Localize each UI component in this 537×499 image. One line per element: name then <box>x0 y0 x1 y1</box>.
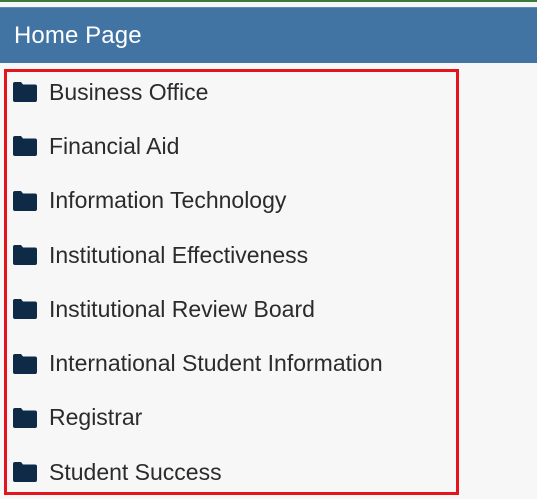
folder-label: International Student Information <box>49 350 383 377</box>
folder-icon <box>13 136 37 157</box>
folder-item-student-success[interactable]: Student Success <box>0 445 537 499</box>
page-title: Home Page <box>14 21 142 49</box>
folder-label: Financial Aid <box>49 132 180 159</box>
folder-icon <box>13 82 37 103</box>
page-header: Home Page <box>0 7 537 63</box>
folder-item-institutional-effectiveness[interactable]: Institutional Effectiveness <box>0 228 537 282</box>
folder-icon <box>13 462 37 483</box>
folder-item-international-student-information[interactable]: International Student Information <box>0 336 537 390</box>
folder-label: Student Success <box>49 458 222 485</box>
folder-icon <box>13 245 37 266</box>
folder-icon <box>13 190 37 211</box>
folder-item-information-technology[interactable]: Information Technology <box>0 174 537 228</box>
top-border-line <box>0 0 537 2</box>
folder-label: Institutional Review Board <box>49 295 315 322</box>
folder-icon <box>13 299 37 320</box>
folder-icon <box>13 407 37 428</box>
folder-item-financial-aid[interactable]: Financial Aid <box>0 119 537 173</box>
folder-label: Registrar <box>49 404 143 431</box>
folder-item-business-office[interactable]: Business Office <box>0 65 537 119</box>
folder-label: Business Office <box>49 78 209 105</box>
folder-item-registrar[interactable]: Registrar <box>0 391 537 445</box>
folder-label: Information Technology <box>49 187 287 214</box>
folder-item-institutional-review-board[interactable]: Institutional Review Board <box>0 282 537 336</box>
folder-label: Institutional Effectiveness <box>49 241 309 268</box>
folder-icon <box>13 353 37 374</box>
folder-list: Business Office Financial Aid Informatio… <box>0 65 537 499</box>
